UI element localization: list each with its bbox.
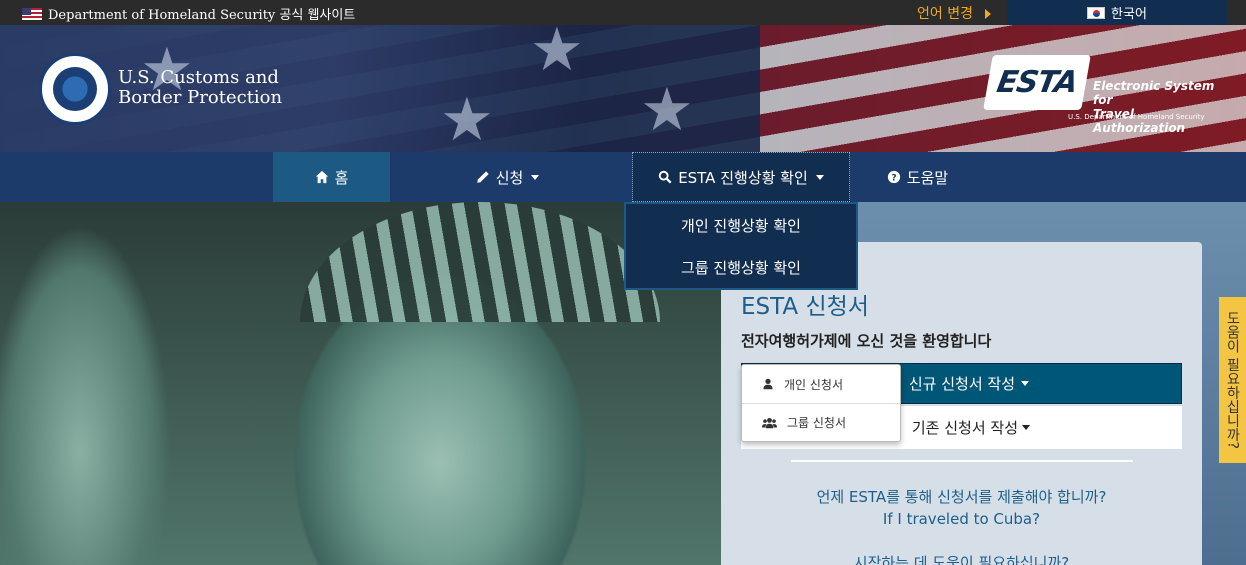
- official-site-text: Department of Homeland Security 공식 웹사이트: [48, 8, 356, 23]
- nav-home-label: 홈: [334, 168, 349, 187]
- caret-down-icon: [1022, 425, 1030, 430]
- individual-application-option[interactable]: 개인 신청서: [742, 365, 900, 403]
- star-icon: ★: [640, 75, 694, 145]
- nav-help[interactable]: ? 도움말: [850, 152, 985, 202]
- agency-name-line1: U.S. Customs and: [118, 67, 279, 88]
- nav-esta-status[interactable]: ESTA 진행상황 확인: [632, 152, 850, 202]
- search-icon: [658, 170, 672, 184]
- pencil-icon: [477, 171, 489, 183]
- question-circle-icon: ?: [887, 170, 900, 184]
- svg-text:?: ?: [891, 174, 896, 184]
- esta-logo[interactable]: ESTA Electronic System for Travel Author…: [983, 55, 1218, 135]
- welcome-text: 전자여행허가제에 오신 것을 환영합니다: [741, 332, 992, 350]
- us-flag-icon: [22, 7, 42, 20]
- caret-down-icon: [531, 174, 540, 180]
- when-to-apply-link[interactable]: 언제 ESTA를 통해 신청서를 제출해야 합니까?: [721, 486, 1202, 507]
- group-application-label: 그룹 신청서: [787, 416, 847, 430]
- language-selector[interactable]: 한국어: [1007, 0, 1227, 25]
- nav-home[interactable]: 홈: [273, 152, 390, 202]
- cuba-travel-link[interactable]: If I traveled to Cuba?: [721, 510, 1202, 528]
- nav-apply[interactable]: 신청: [390, 152, 625, 202]
- star-icon: ★: [530, 25, 584, 85]
- dhs-seal-logo[interactable]: [39, 53, 111, 125]
- star-icon: ★: [440, 85, 494, 152]
- individual-application-label: 개인 신청서: [784, 377, 844, 392]
- menu-item-group-status[interactable]: 그룹 진행상황 확인: [626, 246, 856, 288]
- esta-badge: ESTA: [983, 55, 1091, 110]
- help-side-tab[interactable]: 도움이 필요하십니까?: [1219, 297, 1246, 463]
- current-language: 한국어: [1111, 7, 1147, 22]
- language-change-label: 언어 변경: [917, 3, 992, 23]
- user-icon: [763, 378, 773, 390]
- eagle-icon: [53, 67, 97, 111]
- users-icon: [762, 417, 777, 428]
- status-dropdown-menu: 개인 진행상황 확인 그룹 진행상황 확인: [624, 202, 858, 290]
- caret-down-icon: [815, 174, 824, 180]
- nav-apply-label: 신청: [495, 168, 524, 187]
- nav-help-label: 도움말: [906, 168, 949, 187]
- nav-status-label: ESTA 진행상황 확인: [678, 168, 808, 187]
- help-getting-started-link[interactable]: 시작하는 데 도움이 필요하십니까?: [721, 552, 1202, 565]
- cbp-logo-text[interactable]: U.S. Customs and Border Protection: [118, 68, 282, 108]
- divider: [791, 460, 1133, 462]
- esta-tagline-line2: Travel Authorization: [1093, 107, 1186, 135]
- esta-tagline: Electronic System for Travel Authorizati…: [1093, 79, 1218, 135]
- esta-tagline-line1: Electronic System for: [1093, 79, 1215, 107]
- official-site-bar: Department of Homeland Security 공식 웹사이트 …: [0, 0, 1246, 25]
- official-site-banner: Department of Homeland Security 공식 웹사이트: [22, 4, 355, 23]
- group-application-option[interactable]: 그룹 신청서: [742, 403, 900, 441]
- language-change-text: 언어 변경: [917, 6, 973, 22]
- new-application-label: 신규 신청서 작성: [908, 375, 1015, 393]
- home-icon: [315, 170, 328, 184]
- existing-application-label: 기존 신청서 작성: [911, 419, 1018, 437]
- main-nav: 홈 신청 ESTA 진행상황 확인 ? 도움말: [0, 152, 1246, 202]
- esta-subtitle: U.S. Department of Homeland Security: [1068, 113, 1205, 121]
- application-type-dropdown: 개인 신청서 그룹 신청서: [741, 364, 901, 442]
- arrow-right-icon: [985, 9, 992, 19]
- esta-badge-text: ESTA: [994, 65, 1080, 100]
- korean-flag-icon: [1087, 6, 1106, 19]
- menu-item-individual-status[interactable]: 개인 진행상황 확인: [626, 204, 856, 246]
- agency-name-line2: Border Protection: [118, 87, 283, 108]
- caret-down-icon: [1021, 381, 1029, 386]
- panel-title: ESTA 신청서: [741, 294, 869, 320]
